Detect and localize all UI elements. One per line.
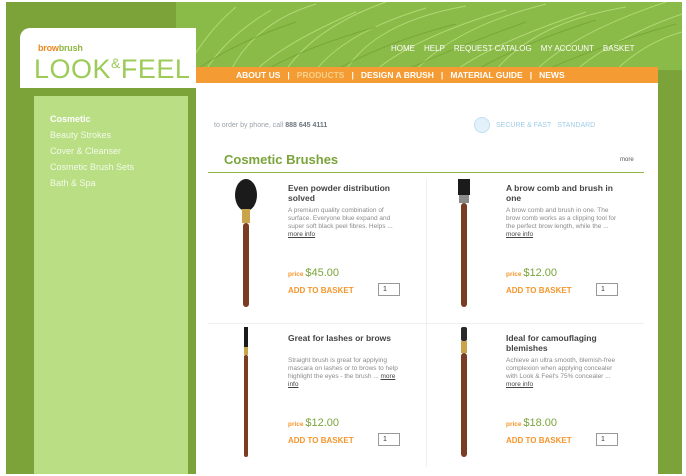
add-to-basket-button[interactable]: ADD TO BASKET <box>506 436 572 445</box>
sidebar-item-brush-sets[interactable]: Cosmetic Brush Sets <box>50 162 172 172</box>
product-title[interactable]: A brow comb and brush in one <box>506 183 630 203</box>
secure-icon <box>474 117 490 133</box>
product-description: A brow comb and brush in one. The brow c… <box>506 207 622 239</box>
brand-wordmark: browbrush <box>38 43 83 53</box>
sidebar-item-beauty-strokes[interactable]: Beauty Strokes <box>50 130 172 140</box>
top-nav-basket[interactable]: BASKET <box>603 44 635 53</box>
phone-number: 888 645 4111 <box>285 122 328 129</box>
page-frame: browbrush LOOK&FEEL HOME HELP REQUEST CA… <box>6 2 682 474</box>
logo-left: LOOK <box>34 54 112 84</box>
quantity-input[interactable] <box>596 433 618 446</box>
lash-brush-image[interactable] <box>214 325 282 461</box>
logo-amp: & <box>111 55 121 71</box>
sidebar-item-cover-cleanser[interactable]: Cover & Cleanser <box>50 146 172 156</box>
nav-design-a-brush[interactable]: DESIGN A BRUSH <box>361 70 434 80</box>
price-value: $18.00 <box>523 417 558 429</box>
product-title[interactable]: Even powder distribution solved <box>288 183 412 203</box>
sidebar-item-bath-spa[interactable]: Bath & Spa <box>50 178 172 188</box>
more-info-link[interactable]: more info <box>506 231 533 238</box>
badge-right: STANDARD <box>557 121 596 129</box>
add-to-basket-button[interactable]: ADD TO BASKET <box>288 436 354 445</box>
category-more-link[interactable]: more <box>620 157 634 163</box>
nav-separator: | <box>351 70 354 80</box>
add-to-basket-button[interactable]: ADD TO BASKET <box>288 286 354 295</box>
sidebar-item-cosmetic[interactable]: Cosmetic <box>50 114 172 124</box>
price-label: price <box>506 271 522 278</box>
grass-banner <box>176 2 682 70</box>
price-value: $12.00 <box>305 417 340 429</box>
product-price: price $45.00 <box>288 267 339 279</box>
top-nav-help[interactable]: HELP <box>424 44 445 53</box>
product-card: A brow comb and brush in one A brow comb… <box>426 175 644 323</box>
product-description-text: A brow comb and brush in one. The brow c… <box>506 207 617 230</box>
product-description: Straight brush is great for applying mas… <box>288 357 404 389</box>
price-value: $12.00 <box>523 267 558 279</box>
phone-prefix: to order by phone, call <box>214 122 284 129</box>
nav-about-us[interactable]: ABOUT US <box>236 70 280 80</box>
nav-separator: | <box>529 70 533 80</box>
nav-separator: | <box>287 70 290 80</box>
top-nav-request-catalog[interactable]: REQUEST CATALOG <box>454 44 532 53</box>
powder-brush-image[interactable] <box>214 175 282 311</box>
price-value: $45.00 <box>305 267 340 279</box>
product-title[interactable]: Ideal for camouflaging blemishes <box>506 333 630 353</box>
price-label: price <box>288 421 304 428</box>
quantity-input[interactable] <box>378 283 400 296</box>
nav-news[interactable]: NEWS <box>539 70 565 80</box>
brow-comb-brush-image[interactable] <box>432 175 500 311</box>
product-price: price $18.00 <box>506 417 557 429</box>
phone-order-text: to order by phone, call 888 645 4111 <box>214 122 327 129</box>
product-card: Great for lashes or brows Straight brush… <box>208 325 426 473</box>
nav-material-guide[interactable]: MATERIAL GUIDE <box>450 70 522 80</box>
product-description: Achieve an ultra smooth, blemish-free co… <box>506 357 622 389</box>
main-nav: ABOUT US | PRODUCTS | DESIGN A BRUSH | M… <box>196 67 658 83</box>
price-label: price <box>288 271 304 278</box>
quantity-input[interactable] <box>596 283 618 296</box>
top-nav: HOME HELP REQUEST CATALOG MY ACCOUNT BAS… <box>391 44 634 53</box>
top-nav-my-account[interactable]: MY ACCOUNT <box>541 44 594 53</box>
product-grid: Even powder distribution solved A premiu… <box>208 175 644 471</box>
product-card: Even powder distribution solved A premiu… <box>208 175 426 323</box>
logo-text: LOOK&FEEL <box>34 54 190 85</box>
product-title[interactable]: Great for lashes or brows <box>288 333 412 343</box>
category-divider <box>208 172 644 173</box>
more-info-link[interactable]: more info <box>506 381 533 388</box>
secure-badge[interactable]: SECURE & FAST STANDARD <box>474 117 595 133</box>
product-description-text: Achieve an ultra smooth, blemish-free co… <box>506 357 616 380</box>
product-card: Ideal for camouflaging blemishes Achieve… <box>426 325 644 473</box>
concealer-brush-image[interactable] <box>432 325 500 461</box>
logo-right: FEEL <box>120 54 191 84</box>
badge-left: SECURE & FAST <box>496 121 552 129</box>
product-price: price $12.00 <box>288 417 339 429</box>
top-nav-home[interactable]: HOME <box>391 44 415 53</box>
price-label: price <box>506 421 522 428</box>
more-info-link[interactable]: more info <box>288 231 315 238</box>
grid-divider-horizontal <box>208 323 644 324</box>
category-title: Cosmetic Brushes <box>224 152 339 167</box>
logo[interactable]: browbrush LOOK&FEEL <box>20 28 196 88</box>
product-description-text: A premium quality combination of surface… <box>288 207 393 230</box>
brand-part-2: brush <box>58 43 83 53</box>
sidebar: Cosmetic Beauty Strokes Cover & Cleanser… <box>34 96 188 474</box>
nav-products[interactable]: PRODUCTS <box>297 70 345 80</box>
nav-separator: | <box>440 70 444 80</box>
brand-part-1: brow <box>38 43 59 53</box>
main-content: to order by phone, call 888 645 4111 SEC… <box>196 83 658 474</box>
product-price: price $12.00 <box>506 267 557 279</box>
product-description: A premium quality combination of surface… <box>288 207 404 239</box>
add-to-basket-button[interactable]: ADD TO BASKET <box>506 286 572 295</box>
quantity-input[interactable] <box>378 433 400 446</box>
